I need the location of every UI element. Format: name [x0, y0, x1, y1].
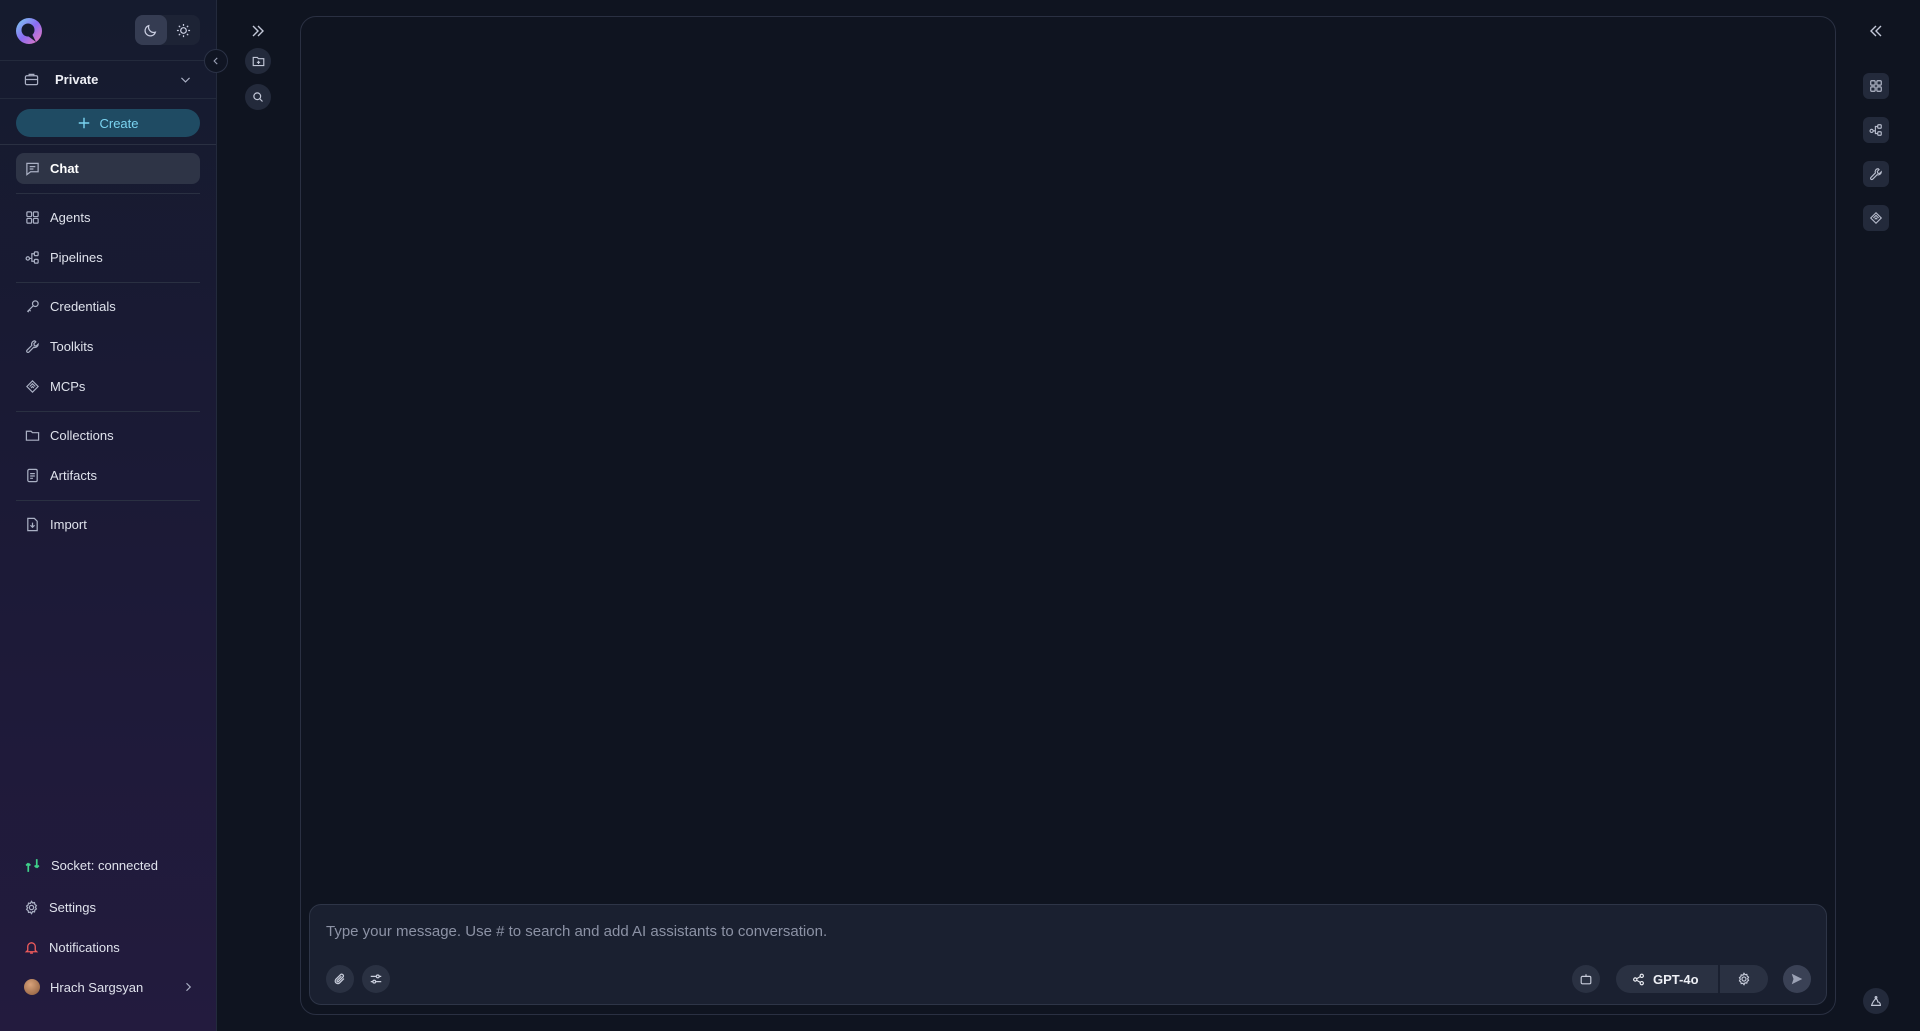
- divider: [16, 411, 200, 412]
- chat-options-button[interactable]: [362, 965, 390, 993]
- mcps-icon: [1869, 211, 1883, 225]
- create-label: Create: [99, 115, 139, 131]
- agents-grid-icon: [1869, 79, 1883, 93]
- sidebar-item-pipelines[interactable]: Pipelines: [16, 242, 200, 273]
- expand-conversations-button[interactable]: [245, 18, 271, 44]
- collapse-right-panel-button[interactable]: [1863, 18, 1889, 44]
- create-button[interactable]: Create: [16, 109, 200, 137]
- chat-input-box: [309, 904, 1827, 1005]
- sidebar-item-label: Chat: [50, 161, 79, 176]
- moon-icon: [144, 23, 158, 37]
- user-name: Hrach Sargsyan: [50, 979, 144, 995]
- send-icon: [1790, 972, 1804, 986]
- sidebar-item-chat[interactable]: Chat: [16, 153, 200, 184]
- sidebar-item-mcps[interactable]: MCPs: [16, 371, 200, 402]
- chevron-down-icon: [179, 73, 192, 86]
- light-mode-button[interactable]: [167, 15, 199, 45]
- socket-status-label: Socket: connected: [51, 857, 158, 873]
- key-icon: [24, 299, 40, 315]
- search-icon: [252, 91, 264, 103]
- message-input[interactable]: [326, 919, 1726, 943]
- sidebar-item-label: Toolkits: [50, 339, 94, 354]
- chat-icon: [24, 161, 40, 177]
- send-button[interactable]: [1783, 965, 1811, 993]
- assistant-button[interactable]: [1572, 965, 1600, 993]
- user-profile[interactable]: Hrach Sargsyan: [24, 976, 194, 998]
- assistant-help-button[interactable]: [1863, 988, 1889, 1014]
- workspace-selector[interactable]: Private: [0, 60, 216, 99]
- robot-icon: [1579, 972, 1593, 986]
- settings-label: Settings: [49, 899, 96, 915]
- new-folder-icon: [252, 55, 265, 68]
- sidebar-item-toolkits[interactable]: Toolkits: [16, 331, 200, 362]
- pipelines-icon: [24, 250, 40, 266]
- wrench-icon: [24, 339, 40, 355]
- divider: [16, 282, 200, 283]
- model-selector[interactable]: GPT-4o: [1616, 965, 1718, 993]
- workspace-name: Private: [55, 72, 99, 87]
- sidebar-item-label: MCPs: [50, 379, 86, 394]
- gear-icon: [1737, 972, 1751, 986]
- sidebar-item-collections[interactable]: Collections: [16, 420, 200, 451]
- socket-connected-icon: [24, 857, 41, 874]
- notifications-link[interactable]: Notifications: [24, 936, 120, 958]
- model-name: GPT-4o: [1653, 971, 1699, 987]
- mcp-icon: [24, 379, 40, 395]
- sidebar-item-label: Artifacts: [50, 468, 97, 483]
- artifact-icon: [24, 468, 40, 484]
- sidebar-item-agents[interactable]: Agents: [16, 202, 200, 233]
- briefcase-icon: [24, 72, 39, 87]
- paperclip-icon: [333, 972, 347, 986]
- sidebar-item-label: Agents: [50, 210, 91, 225]
- chevron-right-icon: [182, 981, 194, 993]
- sidebar-item-label: Credentials: [50, 299, 116, 314]
- sidebar-item-import[interactable]: Import: [16, 509, 200, 540]
- divider: [16, 193, 200, 194]
- chevron-left-icon: [211, 56, 221, 66]
- sun-icon: [176, 23, 191, 38]
- sidebar-item-label: Import: [50, 517, 87, 532]
- model-settings-button[interactable]: [1720, 965, 1768, 993]
- model-selector-group: GPT-4o: [1616, 965, 1774, 993]
- avatar: [24, 979, 40, 995]
- sidebar-item-credentials[interactable]: Credentials: [16, 291, 200, 322]
- sidebar-item-artifacts[interactable]: Artifacts: [16, 460, 200, 491]
- divider: [16, 500, 200, 501]
- right-agents-button[interactable]: [1863, 73, 1889, 99]
- gear-icon: [24, 899, 39, 915]
- toolkits-icon: [1869, 167, 1883, 181]
- attach-button[interactable]: [326, 965, 354, 993]
- dark-mode-button[interactable]: [135, 15, 167, 45]
- sidebar-item-label: Collections: [50, 428, 114, 443]
- pipelines-icon: [1869, 123, 1883, 137]
- collapse-chevrons-icon: [1868, 23, 1884, 39]
- right-pipelines-button[interactable]: [1863, 117, 1889, 143]
- divider: [0, 144, 216, 145]
- new-folder-button[interactable]: [245, 48, 271, 74]
- chat-panel: [300, 16, 1836, 1015]
- sliders-icon: [369, 972, 383, 986]
- agents-grid-icon: [24, 210, 40, 226]
- right-mcps-button[interactable]: [1863, 205, 1889, 231]
- sidebar-item-label: Pipelines: [50, 250, 103, 265]
- notifications-label: Notifications: [49, 939, 120, 955]
- sidebar: Private Create Chat Agents Pipelines Cre…: [0, 0, 217, 1031]
- collapse-sidebar-button[interactable]: [204, 49, 228, 73]
- folder-icon: [24, 428, 40, 444]
- assistant-icon: [1869, 994, 1883, 1008]
- expand-chevrons-icon: [250, 23, 266, 39]
- plus-icon: [77, 116, 91, 130]
- app-logo[interactable]: [14, 16, 44, 46]
- right-toolkits-button[interactable]: [1863, 161, 1889, 187]
- bell-icon: [24, 940, 39, 955]
- import-file-icon: [24, 517, 40, 533]
- search-conversations-button[interactable]: [245, 84, 271, 110]
- share-nodes-icon: [1632, 973, 1645, 986]
- socket-status: Socket: connected: [24, 854, 158, 876]
- settings-link[interactable]: Settings: [24, 896, 96, 918]
- theme-toggle: [135, 15, 200, 45]
